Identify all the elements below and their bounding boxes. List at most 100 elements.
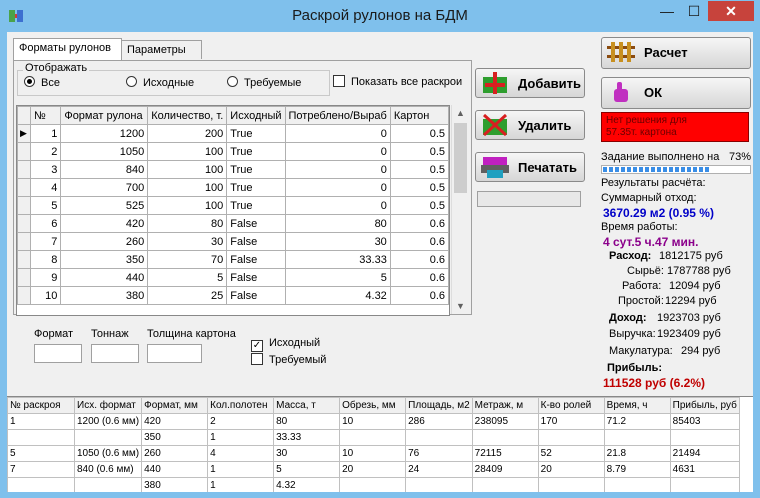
minimize-button[interactable]: — <box>654 1 680 21</box>
table-cell[interactable]: 0.5 <box>389 196 449 215</box>
table-cell[interactable]: False <box>226 286 286 305</box>
row-indicator[interactable] <box>17 268 31 287</box>
close-button[interactable]: ✕ <box>708 1 754 21</box>
table-cell[interactable]: 4 <box>29 178 62 197</box>
table-cell[interactable]: 7 <box>29 232 62 251</box>
grid-header-number[interactable]: № <box>29 106 62 125</box>
row-indicator[interactable] <box>17 160 31 179</box>
plan-header-source-format[interactable]: Исх. формат <box>73 397 143 414</box>
table-cell[interactable]: 380 <box>60 286 149 305</box>
table-cell[interactable] <box>537 477 605 492</box>
table-cell[interactable]: 20 <box>339 461 407 478</box>
radio-all[interactable]: Все <box>24 76 60 89</box>
scroll-up-icon[interactable]: ▲ <box>452 105 469 121</box>
table-cell[interactable]: 33.33 <box>284 250 391 269</box>
table-row[interactable]: 380 1 4.32 <box>7 477 740 492</box>
row-indicator[interactable] <box>17 286 31 305</box>
table-cell[interactable]: True <box>226 178 286 197</box>
table-cell[interactable]: 9 <box>29 268 62 287</box>
table-cell[interactable]: 25 <box>147 286 228 305</box>
table-row[interactable]: 9 440 5 False 5 0.6 <box>17 268 449 287</box>
table-cell[interactable] <box>471 429 539 446</box>
table-cell[interactable]: 0.5 <box>389 124 449 143</box>
calculate-button[interactable]: Расчет <box>601 37 751 69</box>
grid-header-consumed[interactable]: Потреблено/Выраб <box>284 106 391 125</box>
table-cell[interactable]: 5 <box>7 445 75 462</box>
table-cell[interactable]: 100 <box>147 196 228 215</box>
maximize-button[interactable]: ☐ <box>681 1 707 21</box>
table-cell[interactable]: 5 <box>29 196 62 215</box>
table-cell[interactable]: 4.32 <box>273 477 341 492</box>
table-row[interactable]: 8 350 70 False 33.33 0.6 <box>17 250 449 269</box>
table-cell[interactable] <box>7 477 75 492</box>
table-cell[interactable]: 0 <box>284 178 391 197</box>
table-cell[interactable]: 70 <box>147 250 228 269</box>
table-cell[interactable]: 5 <box>273 461 341 478</box>
plan-header-rolls[interactable]: К-во ролей <box>537 397 605 414</box>
table-cell[interactable]: True <box>226 124 286 143</box>
table-cell[interactable] <box>405 429 473 446</box>
table-cell[interactable]: 440 <box>141 461 209 478</box>
table-row[interactable]: 5 1050 (0.6 мм) 260 4 30 10 76 72115 52 21.8 21494 <box>7 445 740 462</box>
row-indicator[interactable]: ▶ <box>17 124 31 143</box>
table-cell[interactable]: False <box>226 250 286 269</box>
radio-all-indicator[interactable] <box>24 76 35 87</box>
table-row[interactable]: 7 260 30 False 30 0.6 <box>17 232 449 251</box>
table-cell[interactable]: 1 <box>29 124 62 143</box>
show-all-cuts-box[interactable] <box>333 75 345 87</box>
format-input[interactable] <box>34 344 82 363</box>
table-cell[interactable]: 1200 (0.6 мм) <box>73 413 143 430</box>
plan-header-trim[interactable]: Обрезь, мм <box>339 397 407 414</box>
table-cell[interactable]: True <box>226 160 286 179</box>
table-cell[interactable]: 10 <box>29 286 62 305</box>
table-cell[interactable]: 2 <box>207 413 275 430</box>
plan-header-area[interactable]: Площадь, м2 <box>405 397 473 414</box>
table-cell[interactable]: 420 <box>141 413 209 430</box>
delete-button[interactable]: Удалить <box>475 110 585 140</box>
table-cell[interactable]: 85403 <box>669 413 740 430</box>
add-button[interactable]: Добавить <box>475 68 585 98</box>
table-cell[interactable]: 0.6 <box>389 250 449 269</box>
table-cell[interactable]: 30 <box>147 232 228 251</box>
grid-header-cardboard[interactable]: Картон <box>389 106 449 125</box>
table-cell[interactable]: 1050 (0.6 мм) <box>73 445 143 462</box>
table-cell[interactable]: 260 <box>141 445 209 462</box>
table-cell[interactable]: 840 (0.6 мм) <box>73 461 143 478</box>
table-cell[interactable]: 28409 <box>471 461 539 478</box>
table-cell[interactable]: True <box>226 196 286 215</box>
table-cell[interactable]: 0.5 <box>389 142 449 161</box>
table-cell[interactable]: 0.6 <box>389 268 449 287</box>
table-cell[interactable]: 0.6 <box>389 286 449 305</box>
title-bar[interactable]: Раскрой рулонов на БДМ — ☐ ✕ <box>0 0 760 32</box>
ok-button[interactable]: ОК <box>601 77 751 109</box>
table-cell[interactable] <box>73 477 143 492</box>
row-indicator[interactable] <box>17 196 31 215</box>
row-indicator[interactable] <box>17 232 31 251</box>
cutting-plan-grid[interactable]: № раскроя Исх. формат Формат, мм Кол.пол… <box>7 396 753 492</box>
table-cell[interactable]: 6 <box>29 214 62 233</box>
table-cell[interactable]: 5 <box>147 268 228 287</box>
scroll-thumb[interactable] <box>454 123 467 193</box>
table-cell[interactable] <box>339 429 407 446</box>
table-cell[interactable] <box>603 429 671 446</box>
plan-header-webs[interactable]: Кол.полотен <box>207 397 275 414</box>
table-cell[interactable]: 8 <box>29 250 62 269</box>
table-row[interactable]: ▶ 1 1200 200 True 0 0.5 <box>17 124 449 143</box>
plan-header-cut-number[interactable]: № раскроя <box>7 397 75 414</box>
table-cell[interactable]: 840 <box>60 160 149 179</box>
table-cell[interactable]: False <box>226 268 286 287</box>
table-cell[interactable]: 80 <box>273 413 341 430</box>
row-indicator[interactable] <box>17 250 31 269</box>
table-cell[interactable]: 238095 <box>471 413 539 430</box>
radio-required-indicator[interactable] <box>227 76 238 87</box>
plan-header-length[interactable]: Метраж, м <box>471 397 539 414</box>
table-cell[interactable]: 30 <box>284 232 391 251</box>
table-cell[interactable]: 10 <box>339 445 407 462</box>
table-cell[interactable]: 71.2 <box>603 413 671 430</box>
table-cell[interactable]: 21494 <box>669 445 740 462</box>
table-row[interactable]: 5 525 100 True 0 0.5 <box>17 196 449 215</box>
table-cell[interactable]: 33.33 <box>273 429 341 446</box>
grid-header-quantity[interactable]: Количество, т. <box>147 106 228 125</box>
tab-roll-formats[interactable]: Форматы рулонов <box>13 38 122 60</box>
table-cell[interactable]: 80 <box>147 214 228 233</box>
